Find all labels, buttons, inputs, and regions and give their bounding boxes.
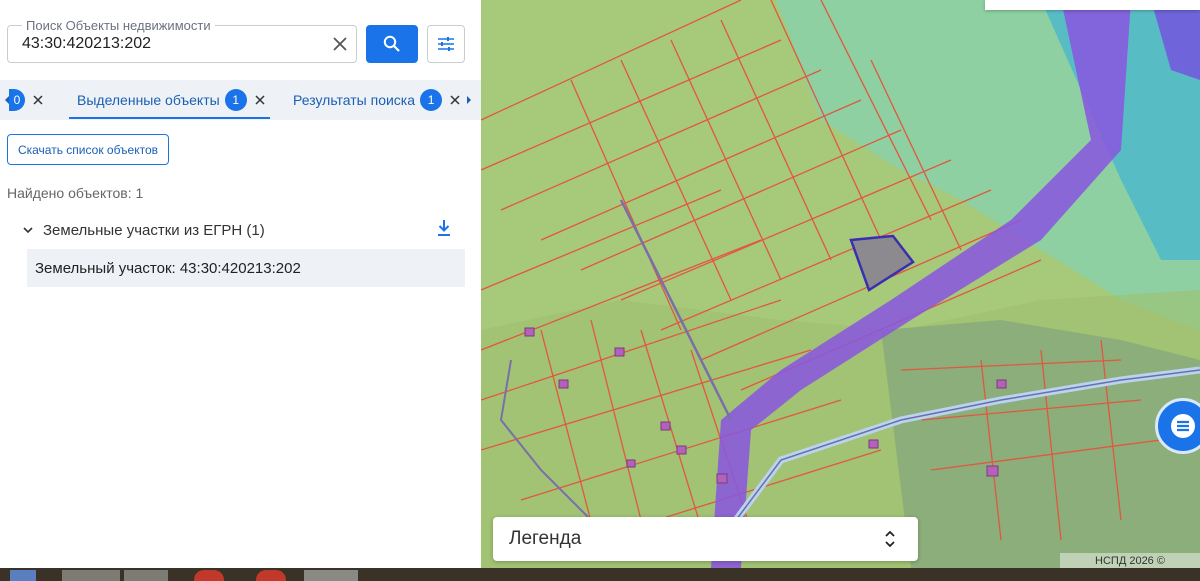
legend-label: Легенда (509, 528, 582, 549)
taskbar-app-icon[interactable] (124, 570, 168, 581)
map-view[interactable] (481, 0, 1200, 568)
tab-label: Выделенные объекты (77, 92, 220, 108)
legend-dropdown[interactable]: Легенда (493, 517, 918, 561)
tab-count-badge: 1 (420, 89, 443, 111)
chat-icon (1171, 414, 1195, 438)
search-label: Поиск Объекты недвижимости (22, 18, 215, 33)
chevron-right-icon[interactable] (464, 92, 474, 108)
close-icon[interactable] (33, 95, 43, 105)
active-tab-indicator (69, 117, 270, 119)
taskbar-app-icon[interactable] (62, 570, 120, 581)
group-title: Земельные участки из ЕГРН (1) (43, 221, 265, 239)
tab-search-results[interactable]: Результаты поиска 1 (293, 80, 460, 120)
tab-previous[interactable]: 0 (4, 80, 43, 120)
close-icon[interactable] (255, 95, 265, 105)
search-panel: Поиск Объекты недвижимости 0 Выделенные … (0, 0, 481, 568)
search-button[interactable] (366, 25, 418, 63)
download-list-button[interactable]: Скачать список объектов (7, 134, 169, 165)
taskbar-app-icon[interactable] (256, 570, 286, 581)
list-item-label: Земельный участок: 43:30:420213:202 (35, 259, 301, 277)
found-count: Найдено объектов: 1 (7, 185, 144, 201)
taskbar-app-icon[interactable] (10, 570, 36, 581)
tab-selected-objects[interactable]: Выделенные объекты 1 (77, 80, 265, 120)
search-input[interactable] (22, 32, 322, 56)
group-header[interactable]: Земельные участки из ЕГРН (1) (22, 219, 462, 241)
search-icon (383, 35, 400, 52)
taskbar-app-icon[interactable] (304, 570, 358, 581)
chevron-down-icon (23, 227, 33, 234)
search-field[interactable]: Поиск Объекты недвижимости (7, 18, 357, 63)
list-item[interactable]: Земельный участок: 43:30:420213:202 (27, 249, 465, 287)
taskbar-app-icon[interactable] (194, 570, 224, 581)
tune-icon (438, 37, 454, 51)
tab-label: Результаты поиска (293, 92, 416, 108)
cadastral-map[interactable] (481, 0, 1200, 568)
map-top-panel (985, 0, 1200, 10)
tab-count-badge: 1 (224, 89, 247, 111)
taskbar (0, 568, 1200, 581)
results-tabs: 0 Выделенные объекты 1 Результаты поиска… (0, 80, 481, 120)
close-icon[interactable] (450, 95, 460, 105)
close-icon[interactable] (330, 34, 350, 54)
map-copyright: НСПД 2026 © (1060, 553, 1200, 568)
tab-count-badge: 0 (9, 89, 25, 111)
filter-button[interactable] (427, 25, 465, 63)
download-icon[interactable] (436, 219, 452, 237)
expand-icon (885, 530, 895, 548)
